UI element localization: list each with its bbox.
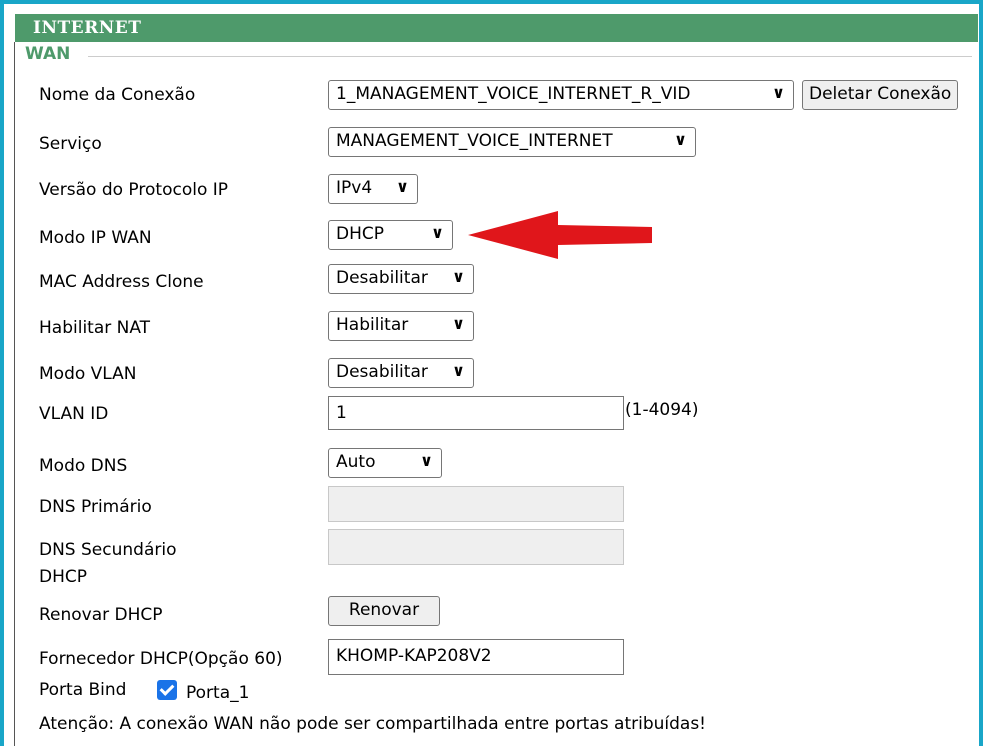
vlan-mode-select[interactable]: Desabilitar ∨: [328, 358, 474, 388]
wan-ip-mode-value: DHCP: [336, 224, 384, 244]
wan-ip-mode-select[interactable]: DHCP ∨: [328, 220, 453, 250]
header-title: INTERNET: [33, 18, 142, 38]
window-frame: [0, 0, 983, 746]
port-1-label: Porta_1: [186, 683, 250, 703]
nat-value: Habilitar: [336, 315, 409, 335]
nat-label: Habilitar NAT: [39, 318, 151, 338]
port-1-checkbox[interactable]: [157, 680, 177, 700]
dhcp-vendor-label: Fornecedor DHCP(Opção 60): [39, 649, 283, 669]
chevron-down-icon: ∨: [420, 451, 433, 470]
mac-clone-value: Desabilitar: [336, 268, 428, 288]
chevron-down-icon: ∨: [452, 361, 465, 380]
chevron-down-icon: ∨: [452, 314, 465, 333]
chevron-down-icon: ∨: [396, 177, 409, 196]
wan-legend: WAN: [25, 44, 75, 64]
renew-button[interactable]: Renovar: [328, 596, 440, 626]
service-value: MANAGEMENT_VOICE_INTERNET: [336, 131, 613, 151]
dns-secondary-input[interactable]: [328, 529, 624, 565]
dns-secondary-label: DNS Secundário: [39, 540, 177, 560]
connection-name-label: Nome da Conexão: [39, 85, 196, 105]
port-bind-label: Porta Bind: [39, 680, 127, 700]
ip-version-value: IPv4: [336, 178, 373, 198]
service-select[interactable]: MANAGEMENT_VOICE_INTERNET ∨: [328, 127, 696, 157]
dns-mode-select[interactable]: Auto ∨: [328, 448, 442, 478]
dhcp-vendor-input[interactable]: KHOMP-KAP208V2: [328, 639, 624, 675]
connection-name-select[interactable]: 1_MANAGEMENT_VOICE_INTERNET_R_VID ∨: [328, 80, 794, 110]
ip-version-select[interactable]: IPv4 ∨: [328, 174, 418, 204]
dns-mode-label: Modo DNS: [39, 456, 128, 476]
delete-connection-button[interactable]: Deletar Conexão: [802, 80, 959, 110]
vlan-id-label: VLAN ID: [39, 404, 109, 424]
fieldset-border: [14, 42, 15, 746]
dns-primary-label: DNS Primário: [39, 497, 152, 517]
dns-primary-input[interactable]: [328, 486, 624, 522]
warning-text: Atenção: A conexão WAN não pode ser comp…: [39, 714, 706, 734]
dhcp-group-label: DHCP: [39, 567, 87, 587]
mac-clone-select[interactable]: Desabilitar ∨: [328, 264, 474, 294]
ip-version-label: Versão do Protocolo IP: [39, 180, 229, 200]
wan-ip-mode-label: Modo IP WAN: [39, 228, 152, 248]
vlan-id-range: (1-4094): [625, 400, 699, 420]
fieldset-top-border: [88, 56, 972, 57]
connection-name-value: 1_MANAGEMENT_VOICE_INTERNET_R_VID: [336, 84, 691, 104]
chevron-down-icon: ∨: [772, 83, 785, 102]
vlan-id-input[interactable]: 1: [328, 396, 624, 430]
nat-select[interactable]: Habilitar ∨: [328, 311, 474, 341]
vlan-mode-value: Desabilitar: [336, 362, 428, 382]
section-header: INTERNET: [15, 14, 978, 42]
red-arrow-icon: [468, 211, 652, 259]
dhcp-renew-label: Renovar DHCP: [39, 605, 163, 625]
service-label: Serviço: [39, 134, 102, 154]
chevron-down-icon: ∨: [431, 223, 444, 242]
vlan-mode-label: Modo VLAN: [39, 364, 137, 384]
chevron-down-icon: ∨: [452, 267, 465, 286]
mac-clone-label: MAC Address Clone: [39, 272, 204, 292]
dns-mode-value: Auto: [336, 452, 376, 472]
chevron-down-icon: ∨: [674, 130, 687, 149]
